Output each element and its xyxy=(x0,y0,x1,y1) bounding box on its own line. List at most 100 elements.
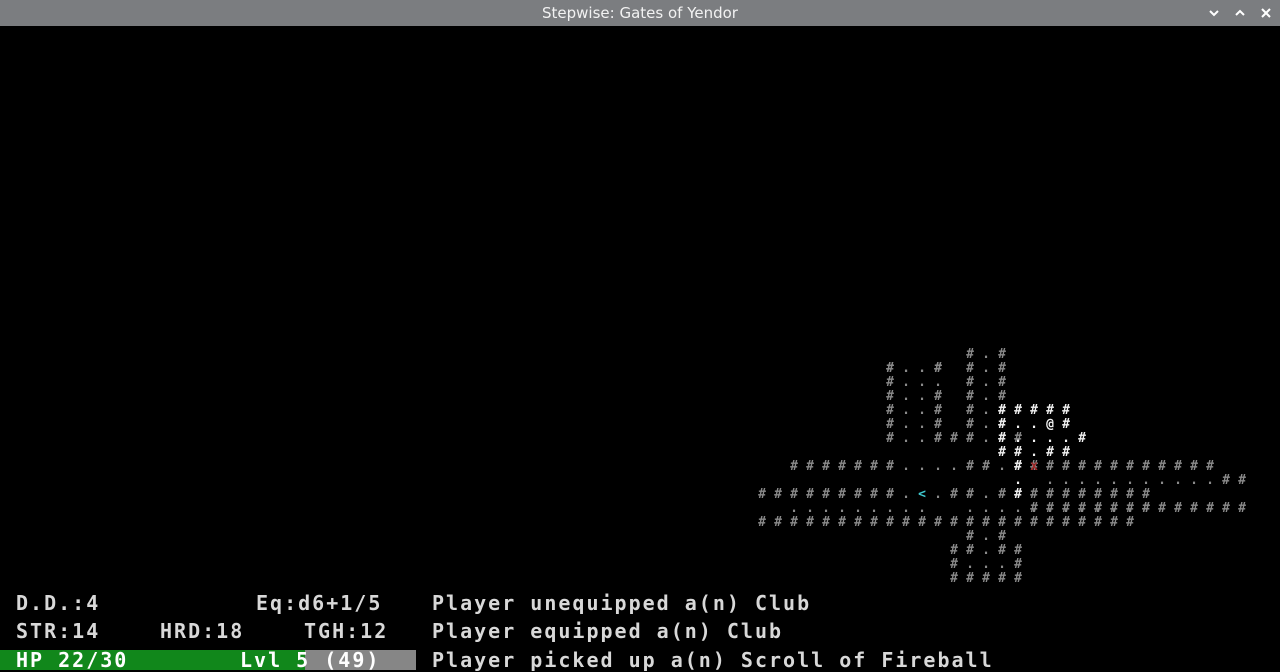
wall-tile: # xyxy=(1126,459,1134,474)
floor-tile: . xyxy=(902,501,910,516)
dungeon-depth: D.D.:4 xyxy=(16,591,101,615)
wall-tile: # xyxy=(998,445,1006,460)
wall-tile: # xyxy=(790,459,798,474)
wall-tile: # xyxy=(1046,403,1054,418)
wall-tile: # xyxy=(886,375,894,390)
wall-tile: # xyxy=(998,543,1006,558)
wall-tile: # xyxy=(1158,501,1166,516)
floor-tile: . xyxy=(1046,473,1054,488)
wall-tile: # xyxy=(1046,459,1054,474)
wall-tile: # xyxy=(886,389,894,404)
wall-tile: # xyxy=(1046,501,1054,516)
floor-tile: . xyxy=(918,431,926,446)
wall-tile: # xyxy=(1238,501,1246,516)
floor-tile: . xyxy=(966,501,974,516)
wall-tile: # xyxy=(1078,515,1086,530)
floor-tile: . xyxy=(902,459,910,474)
floor-tile: . xyxy=(982,487,990,502)
floor-tile: . xyxy=(902,375,910,390)
wall-tile: # xyxy=(966,571,974,586)
wall-tile: # xyxy=(1238,473,1246,488)
wall-tile: # xyxy=(934,361,942,376)
game-screen[interactable]: #.. # #. # #... #. # #.. # #. # #.. # #. # #.. # #. # #.. # #… xyxy=(0,26,1280,671)
wall-tile: # xyxy=(854,487,862,502)
wall-tile: # xyxy=(998,529,1006,544)
wall-tile: # xyxy=(1126,501,1134,516)
wall-tile: # xyxy=(998,487,1006,502)
wall-tile: # xyxy=(934,389,942,404)
wall-tile: # xyxy=(1110,515,1118,530)
floor-tile: . xyxy=(998,459,1006,474)
toughness-stat: TGH:12 xyxy=(304,619,389,643)
hardiness-stat: HRD:18 xyxy=(160,619,245,643)
floor-tile: . xyxy=(1014,473,1022,488)
wall-tile: # xyxy=(1222,473,1230,488)
floor-tile: . xyxy=(982,403,990,418)
log-line-2: Player equipped a(n) Club xyxy=(432,619,784,643)
wall-tile: # xyxy=(982,515,990,530)
wall-tile: # xyxy=(966,347,974,362)
floor-tile: . xyxy=(886,501,894,516)
wall-tile: # xyxy=(934,515,942,530)
floor-tile: . xyxy=(1110,473,1118,488)
floor-tile: . xyxy=(1014,431,1022,446)
chevron-up-icon[interactable] xyxy=(1230,3,1250,23)
wall-tile: # xyxy=(838,487,846,502)
wall-tile: # xyxy=(902,515,910,530)
chevron-down-icon[interactable] xyxy=(1204,3,1224,23)
floor-tile: . xyxy=(918,501,926,516)
wall-tile: # xyxy=(998,571,1006,586)
wall-tile: # xyxy=(998,347,1006,362)
floor-tile: . xyxy=(950,459,958,474)
wall-tile: # xyxy=(966,403,974,418)
wall-tile: # xyxy=(1030,515,1038,530)
dungeon-map: #.. # #. # #... #. # #.. # #. # #.. # #. # #.. # #. # #.. # #… xyxy=(0,26,1280,666)
floor-tile: . xyxy=(1030,445,1038,460)
floor-tile: . xyxy=(918,417,926,432)
floor-tile: . xyxy=(902,417,910,432)
wall-tile: # xyxy=(950,487,958,502)
wall-tile: # xyxy=(966,431,974,446)
floor-tile: . xyxy=(902,431,910,446)
log-line-1: Player unequipped a(n) Club xyxy=(432,591,812,615)
wall-tile: # xyxy=(998,431,1006,446)
wall-tile: # xyxy=(1030,501,1038,516)
wall-tile: # xyxy=(822,515,830,530)
wall-tile: # xyxy=(1078,487,1086,502)
wall-tile: # xyxy=(1014,459,1022,474)
wall-tile: # xyxy=(1014,403,1022,418)
floor-tile: . xyxy=(982,361,990,376)
enemy-icon: x xyxy=(1030,459,1038,474)
wall-tile: # xyxy=(870,515,878,530)
floor-tile: . xyxy=(934,487,942,502)
floor-tile: . xyxy=(982,557,990,572)
wall-tile: # xyxy=(1014,557,1022,572)
wall-tile: # xyxy=(966,487,974,502)
wall-tile: # xyxy=(1126,515,1134,530)
floor-tile: . xyxy=(902,389,910,404)
floor-tile: . xyxy=(1142,473,1150,488)
floor-tile: . xyxy=(902,361,910,376)
wall-tile: # xyxy=(1206,459,1214,474)
window-titlebar[interactable]: Stepwise: Gates of Yendor xyxy=(0,0,1280,26)
floor-tile: . xyxy=(998,501,1006,516)
wall-tile: # xyxy=(1094,515,1102,530)
wall-tile: # xyxy=(1062,445,1070,460)
close-icon[interactable] xyxy=(1256,3,1276,23)
wall-tile: # xyxy=(806,487,814,502)
wall-tile: # xyxy=(822,459,830,474)
floor-tile: . xyxy=(902,487,910,502)
wall-tile: # xyxy=(966,375,974,390)
wall-tile: # xyxy=(1142,501,1150,516)
wall-tile: # xyxy=(998,375,1006,390)
wall-tile: # xyxy=(1046,445,1054,460)
wall-tile: # xyxy=(1094,459,1102,474)
strength-stat: STR:14 xyxy=(16,619,101,643)
floor-tile: . xyxy=(918,403,926,418)
floor-tile: . xyxy=(1030,431,1038,446)
wall-tile: # xyxy=(870,459,878,474)
wall-tile: # xyxy=(886,417,894,432)
wall-tile: # xyxy=(854,459,862,474)
wall-tile: # xyxy=(1062,403,1070,418)
wall-tile: # xyxy=(950,543,958,558)
